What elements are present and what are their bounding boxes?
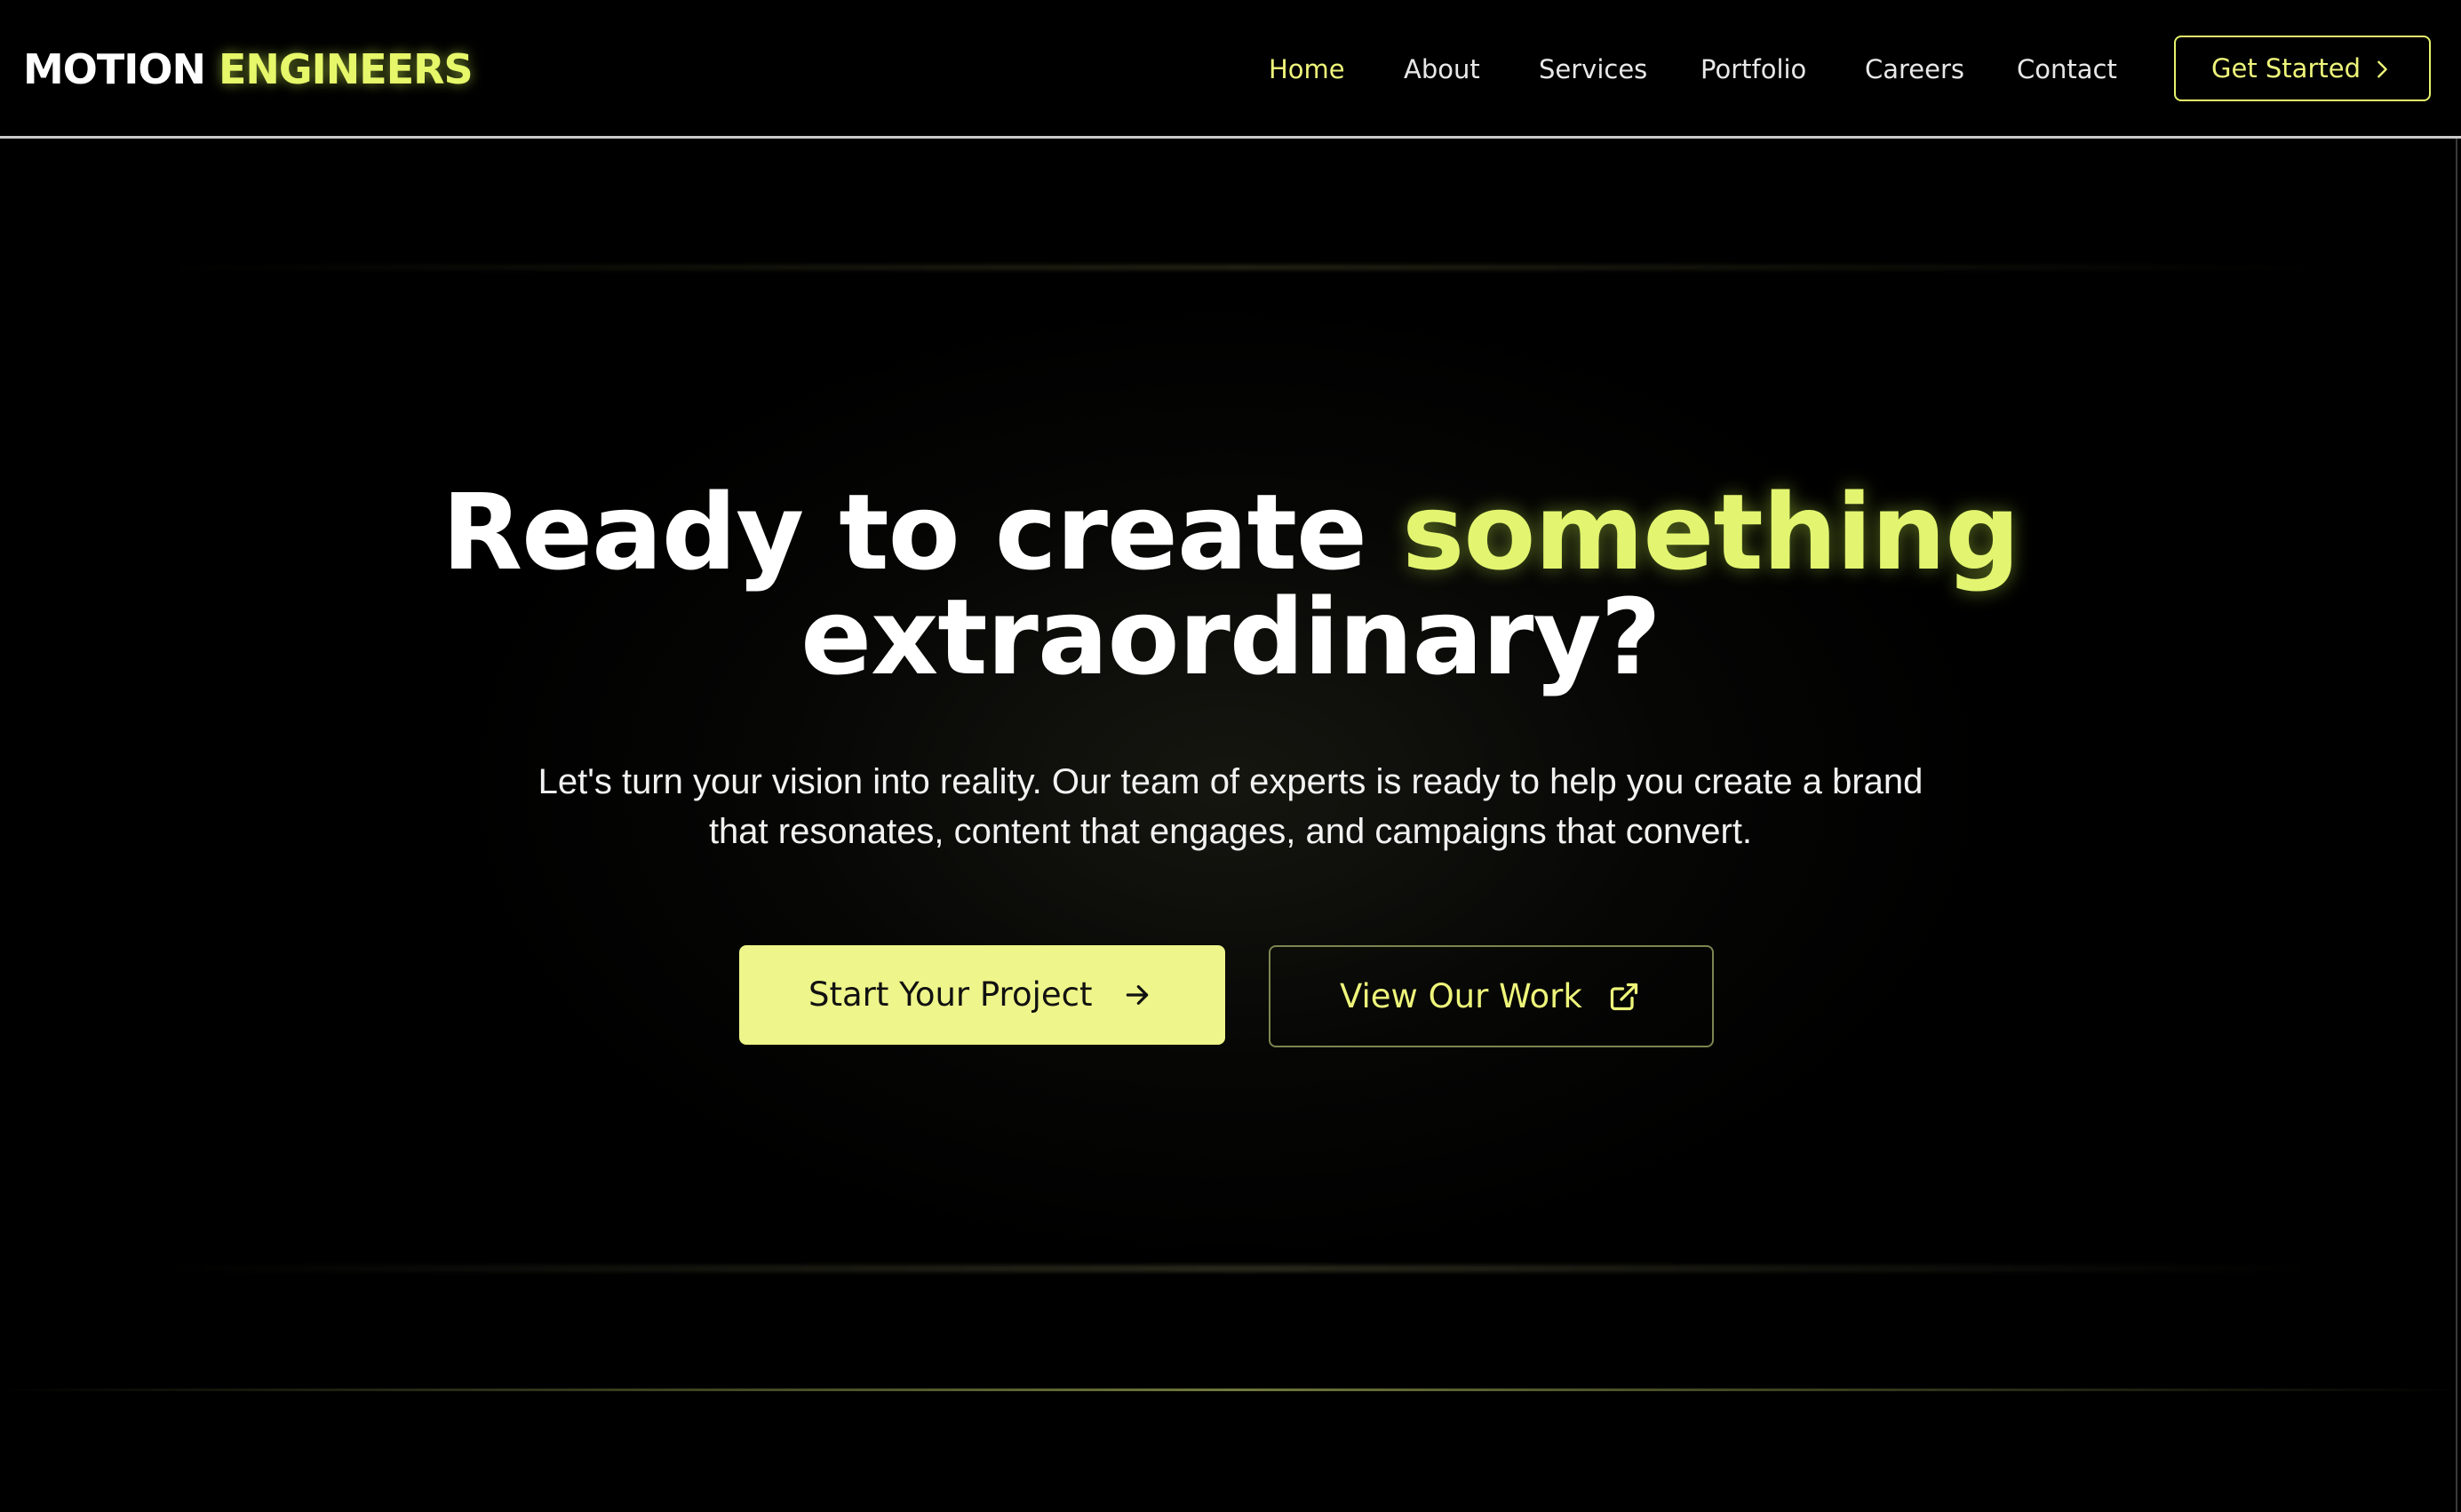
headline-part2: extraordinary?: [800, 576, 1661, 698]
nav-item-portfolio[interactable]: Portfolio: [1700, 50, 1806, 89]
brand-name-part1: MOTION: [23, 45, 206, 93]
get-started-label: Get Started: [2211, 53, 2361, 84]
nav-item-about[interactable]: About: [1404, 50, 1480, 89]
start-project-label: Start Your Project: [808, 975, 1093, 1014]
hero-headline: Ready to create something extraordinary?: [0, 480, 2461, 689]
view-work-button[interactable]: View Our Work: [1269, 945, 1714, 1047]
section-divider: [0, 1389, 2461, 1391]
divider-middle: [160, 1265, 2319, 1272]
scrollbar-edge: [2456, 139, 2457, 1512]
arrow-right-icon: [1126, 985, 1149, 1005]
nav-item-home[interactable]: Home: [1269, 50, 1345, 89]
brand-logo[interactable]: MOTION ENGINEERS: [23, 43, 474, 96]
chevron-right-icon: [2377, 60, 2387, 78]
nav-item-services[interactable]: Services: [1539, 50, 1647, 89]
external-link-icon: [1610, 983, 1638, 1011]
page: MOTION ENGINEERS Home About Services Por…: [0, 0, 2461, 1512]
view-work-label: View Our Work: [1340, 977, 1582, 1015]
nav-item-careers[interactable]: Careers: [1865, 50, 1964, 89]
divider-top: [160, 265, 2319, 270]
start-project-button[interactable]: Start Your Project: [739, 945, 1225, 1045]
site-header: MOTION ENGINEERS Home About Services Por…: [0, 0, 2461, 139]
brand-name-part2: ENGINEERS: [219, 45, 474, 93]
hero-subtitle: Let's turn your vision into reality. Our…: [538, 762, 1923, 851]
get-started-button[interactable]: Get Started: [2174, 36, 2431, 101]
nav-item-contact[interactable]: Contact: [2017, 50, 2117, 89]
